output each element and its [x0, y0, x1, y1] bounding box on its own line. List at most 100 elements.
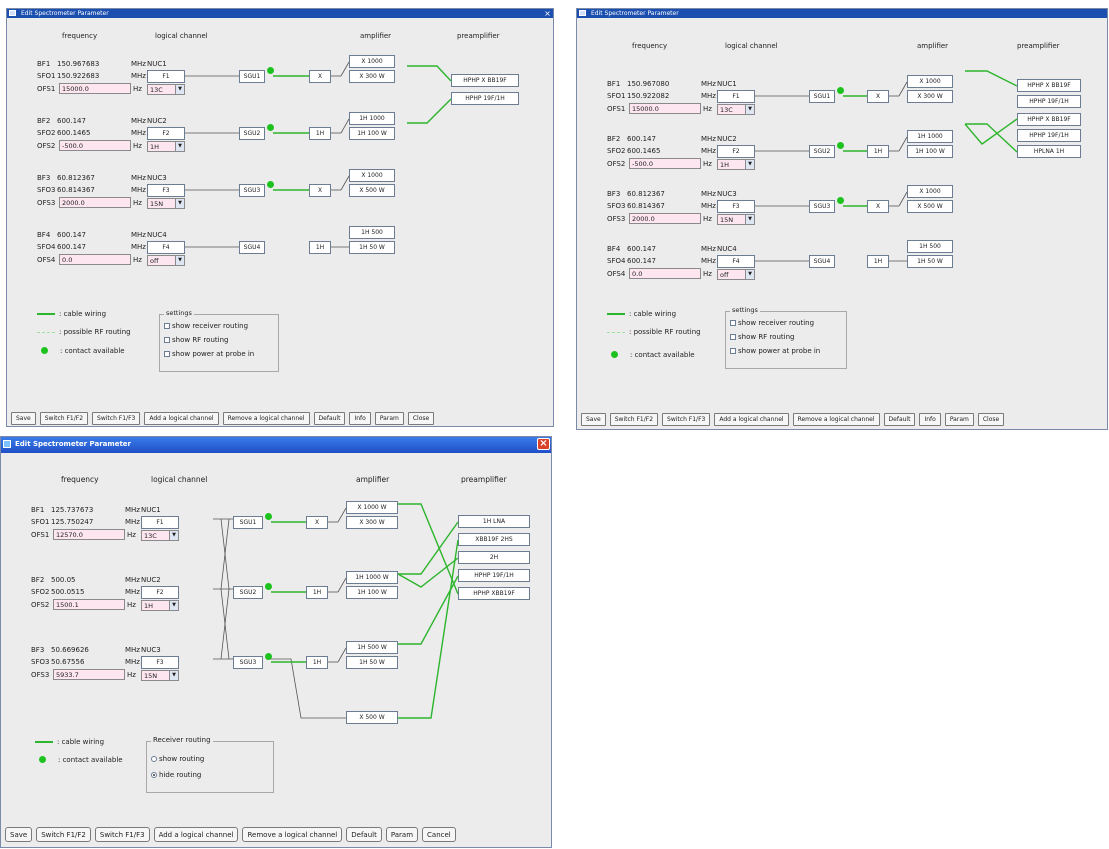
sgu-box[interactable]: SGU2 [239, 127, 265, 140]
add-a-logical-channel-button[interactable]: Add a logical channel [144, 412, 219, 425]
amplifier-box[interactable]: 1H 100 W [349, 127, 395, 140]
offset-input[interactable]: -500.0 [59, 140, 131, 151]
amplifier-type-box[interactable]: 1H [309, 241, 331, 254]
offset-input[interactable]: 0.0 [629, 268, 701, 279]
sgu-box[interactable]: SGU4 [239, 241, 265, 254]
preamp-box[interactable]: HPHP 19F/1H [458, 569, 530, 582]
switch-f1-f2-button[interactable]: Switch F1/F2 [36, 827, 91, 842]
switch-f1-f2-button[interactable]: Switch F1/F2 [609, 413, 659, 426]
nucleus-select[interactable]: 1H ▼ [141, 600, 179, 611]
save-button[interactable]: Save [581, 413, 606, 426]
amplifier-type-box[interactable]: 1H [306, 656, 328, 669]
logical-channel-box[interactable]: F1 [717, 90, 755, 103]
show-power-checkbox[interactable]: show power at probe in [164, 349, 254, 359]
amplifier-box[interactable]: 1H 500 [907, 240, 953, 253]
amplifier-box[interactable]: X 300 W [346, 516, 398, 529]
logical-channel-box[interactable]: F4 [147, 241, 185, 254]
add-a-logical-channel-button[interactable]: Add a logical channel [714, 413, 789, 426]
amplifier-box[interactable]: 1H 500 [349, 226, 395, 239]
logical-channel-box[interactable]: F1 [141, 516, 179, 529]
amplifier-box[interactable]: X 500 W [349, 184, 395, 197]
save-button[interactable]: Save [11, 412, 36, 425]
amplifier-type-box[interactable]: X [867, 90, 889, 103]
nucleus-select[interactable]: 1H ▼ [717, 159, 755, 170]
amplifier-type-box[interactable]: X [309, 184, 331, 197]
preamp-box[interactable]: 1H LNA [458, 515, 530, 528]
remove-a-logical-channel-button[interactable]: Remove a logical channel [222, 412, 310, 425]
nucleus-select[interactable]: 13C ▼ [141, 530, 179, 541]
nucleus-select[interactable]: 15N ▼ [141, 670, 179, 681]
amplifier-box[interactable]: 1H 50 W [907, 255, 953, 268]
preamp-box[interactable]: HPLNA 1H [1017, 145, 1081, 158]
amplifier-type-box[interactable]: 1H [867, 255, 889, 268]
switch-f1-f3-button[interactable]: Switch F1/F3 [92, 412, 141, 425]
show-rf-routing-checkbox[interactable]: show RF routing [164, 335, 228, 345]
logical-channel-box[interactable]: F3 [717, 200, 755, 213]
offset-input[interactable]: 2000.0 [629, 213, 701, 224]
amplifier-box[interactable]: 1H 1000 W [346, 571, 398, 584]
offset-input[interactable]: 1500.1 [53, 599, 125, 610]
default-button[interactable]: Default [883, 413, 916, 426]
logical-channel-box[interactable]: F3 [141, 656, 179, 669]
nucleus-select[interactable]: 15N ▼ [717, 214, 755, 225]
sgu-box[interactable]: SGU3 [233, 656, 263, 669]
amplifier-box[interactable]: 1H 500 W [346, 641, 398, 654]
show-receiver-routing-checkbox[interactable]: show receiver routing [730, 318, 814, 328]
amplifier-box[interactable]: 1H 100 W [907, 145, 953, 158]
show-receiver-routing-checkbox[interactable]: show receiver routing [164, 321, 248, 331]
preamp-box[interactable]: HPHP X BB19F [1017, 79, 1081, 92]
logical-channel-box[interactable]: F1 [147, 70, 185, 83]
sgu-box[interactable]: SGU1 [239, 70, 265, 83]
amplifier-type-box[interactable]: 1H [867, 145, 889, 158]
sgu-box[interactable]: SGU4 [809, 255, 835, 268]
remove-a-logical-channel-button[interactable]: Remove a logical channel [242, 827, 343, 842]
amplifier-box[interactable]: X 1000 [907, 185, 953, 198]
logical-channel-box[interactable]: F2 [717, 145, 755, 158]
param-button[interactable]: Param [385, 827, 419, 842]
switch-f1-f3-button[interactable]: Switch F1/F3 [662, 413, 711, 426]
cancel-button[interactable]: Cancel [422, 827, 456, 842]
nucleus-select[interactable]: 15N ▼ [147, 198, 185, 209]
amplifier-box[interactable]: 1H 50 W [346, 656, 398, 669]
logical-channel-box[interactable]: F4 [717, 255, 755, 268]
nucleus-select[interactable]: off ▼ [717, 269, 755, 280]
switch-f1-f3-button[interactable]: Switch F1/F3 [94, 827, 150, 842]
nucleus-select[interactable]: 1H ▼ [147, 141, 185, 152]
amplifier-type-box[interactable]: 1H [306, 586, 328, 599]
amplifier-box[interactable]: 1H 50 W [349, 241, 395, 254]
amplifier-box[interactable]: X 1000 [349, 169, 395, 182]
nucleus-select[interactable]: off ▼ [147, 255, 185, 266]
nucleus-select[interactable]: 13C ▼ [147, 84, 185, 95]
sgu-box[interactable]: SGU3 [809, 200, 835, 213]
sgu-box[interactable]: SGU1 [809, 90, 835, 103]
offset-input[interactable]: 0.0 [59, 254, 131, 265]
amplifier-box[interactable]: X 500 W [346, 711, 398, 724]
remove-a-logical-channel-button[interactable]: Remove a logical channel [792, 413, 880, 426]
hide-routing-radio[interactable]: hide routing [151, 770, 201, 780]
preamp-box[interactable]: HPHP XBB19F [458, 587, 530, 600]
preamp-box[interactable]: HPHP 19F/1H [451, 92, 519, 105]
default-button[interactable]: Default [346, 827, 382, 842]
info-button[interactable]: Info [349, 412, 371, 425]
default-button[interactable]: Default [313, 412, 346, 425]
offset-input[interactable]: -500.0 [629, 158, 701, 169]
preamp-box[interactable]: 2H [458, 551, 530, 564]
offset-input[interactable]: 5933.7 [53, 669, 125, 680]
amplifier-box[interactable]: 1H 1000 [907, 130, 953, 143]
sgu-box[interactable]: SGU1 [233, 516, 263, 529]
amplifier-box[interactable]: X 1000 W [346, 501, 398, 514]
info-button[interactable]: Info [919, 413, 941, 426]
preamp-box[interactable]: HPHP X BB19F [451, 74, 519, 87]
amplifier-box[interactable]: X 300 W [349, 70, 395, 83]
preamp-box[interactable]: HPHP 19F/1H [1017, 129, 1081, 142]
amplifier-type-box[interactable]: X [867, 200, 889, 213]
preamp-box[interactable]: HPHP X BB19F [1017, 113, 1081, 126]
amplifier-type-box[interactable]: X [309, 70, 331, 83]
amplifier-box[interactable]: 1H 1000 [349, 112, 395, 125]
logical-channel-box[interactable]: F3 [147, 184, 185, 197]
offset-input[interactable]: 15000.0 [59, 83, 131, 94]
close-button[interactable]: Close [977, 413, 1005, 426]
amplifier-type-box[interactable]: 1H [309, 127, 331, 140]
offset-input[interactable]: 12570.0 [53, 529, 125, 540]
preamp-box[interactable]: HPHP 19F/1H [1017, 95, 1081, 108]
